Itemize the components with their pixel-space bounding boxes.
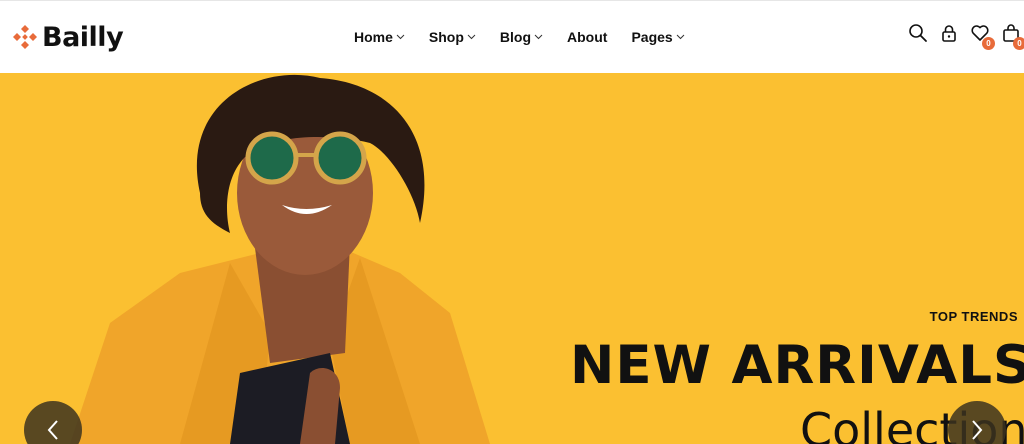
brand-name: Bailly — [42, 21, 124, 53]
hero-title: NEW ARRIVALS — [570, 335, 1024, 396]
nav-item-pages[interactable]: Pages — [631, 29, 685, 45]
nav-item-about[interactable]: About — [567, 29, 607, 45]
nav-item-label: Shop — [428, 29, 464, 45]
nav-item-label: About — [567, 29, 608, 45]
main-nav: Home Shop Blog About Pages — [354, 27, 709, 47]
chevron-down-icon — [534, 34, 543, 40]
hero-subtitle: TOP TRENDS — [929, 309, 1018, 324]
chevron-down-icon — [396, 34, 405, 40]
logo-mark-icon — [13, 25, 37, 49]
chevron-right-icon — [972, 420, 983, 440]
lock-icon — [942, 25, 956, 42]
account-button[interactable] — [939, 23, 961, 45]
wishlist-button[interactable]: 0 — [970, 23, 995, 50]
nav-item-home[interactable]: Home — [354, 29, 405, 45]
search-button[interactable] — [908, 23, 930, 45]
nav-item-blog[interactable]: Blog — [500, 29, 543, 45]
cart-count-badge: 0 — [1013, 37, 1024, 50]
nav-item-shop[interactable]: Shop — [429, 29, 476, 45]
chevron-down-icon — [676, 34, 685, 40]
chevron-left-icon — [47, 420, 58, 440]
wishlist-count-badge: 0 — [982, 37, 995, 50]
nav-item-label: Blog — [499, 29, 532, 45]
search-icon — [909, 24, 927, 42]
hero-slider: TOP TRENDS NEW ARRIVALS Collection — [0, 73, 1024, 444]
header-actions: 0 0 — [908, 23, 1024, 50]
logo[interactable]: Bailly — [12, 19, 124, 55]
cart-button[interactable]: 0 — [1001, 23, 1024, 50]
nav-item-label: Pages — [631, 29, 673, 45]
nav-item-label: Home — [354, 29, 393, 45]
chevron-down-icon — [467, 34, 476, 40]
site-header: Bailly Home Shop Blog About Pages 0 0 — [0, 0, 1024, 73]
